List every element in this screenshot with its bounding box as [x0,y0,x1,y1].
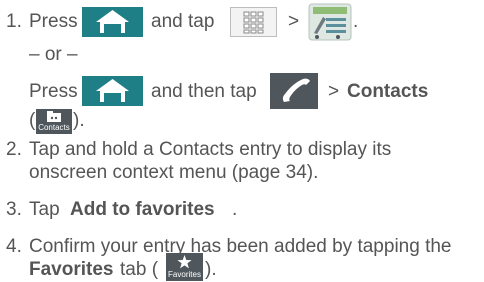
alt-and-then-tap: and then tap [151,81,257,102]
step-1-and-tap: and tap [151,11,215,32]
applications-grid-icon [230,7,277,37]
step-2-number: 2. [6,139,22,160]
contacts-label: Contacts [347,81,429,102]
step-1-period: . [353,11,359,32]
step-4-close: ). [205,259,217,280]
step-2-line-2: onscreen context menu (page 34). [29,162,319,183]
home-key-icon [82,7,143,37]
step-1-number: 1. [6,11,22,32]
alt-greater-than: > [328,81,340,102]
step-1-greater-than: > [288,11,300,32]
step-3-number: 3. [6,199,22,220]
alt-close: ). [73,110,85,131]
phone-app-icon [270,73,318,109]
alt-open-paren: ( [29,110,36,131]
favorites-tab-icon: Favorites [166,253,203,281]
step-1-press: Press [29,11,78,32]
favorites-tab-icon-label: Favorites [168,270,201,279]
step-4-line-1: Confirm your entry has been added by tap… [29,236,452,257]
home-key-icon [82,76,143,106]
or-separator: – or – [29,44,78,65]
step-2-line-1: Tap and hold a Contacts entry to display… [29,139,392,160]
step-3-tap: Tap [29,199,60,220]
contacts-tab-icon: Contacts [36,109,72,134]
favorites-tab-label: Favorites [29,259,114,280]
alt-press: Press [29,81,78,102]
step-4-tab-word: tab ( [120,259,159,280]
step-4-number: 4. [6,236,22,257]
add-to-favorites-label: Add to favorites [70,199,215,220]
step-3-period: . [232,199,238,220]
settings-app-icon [308,3,352,41]
contacts-tab-icon-label: Contacts [38,123,70,132]
